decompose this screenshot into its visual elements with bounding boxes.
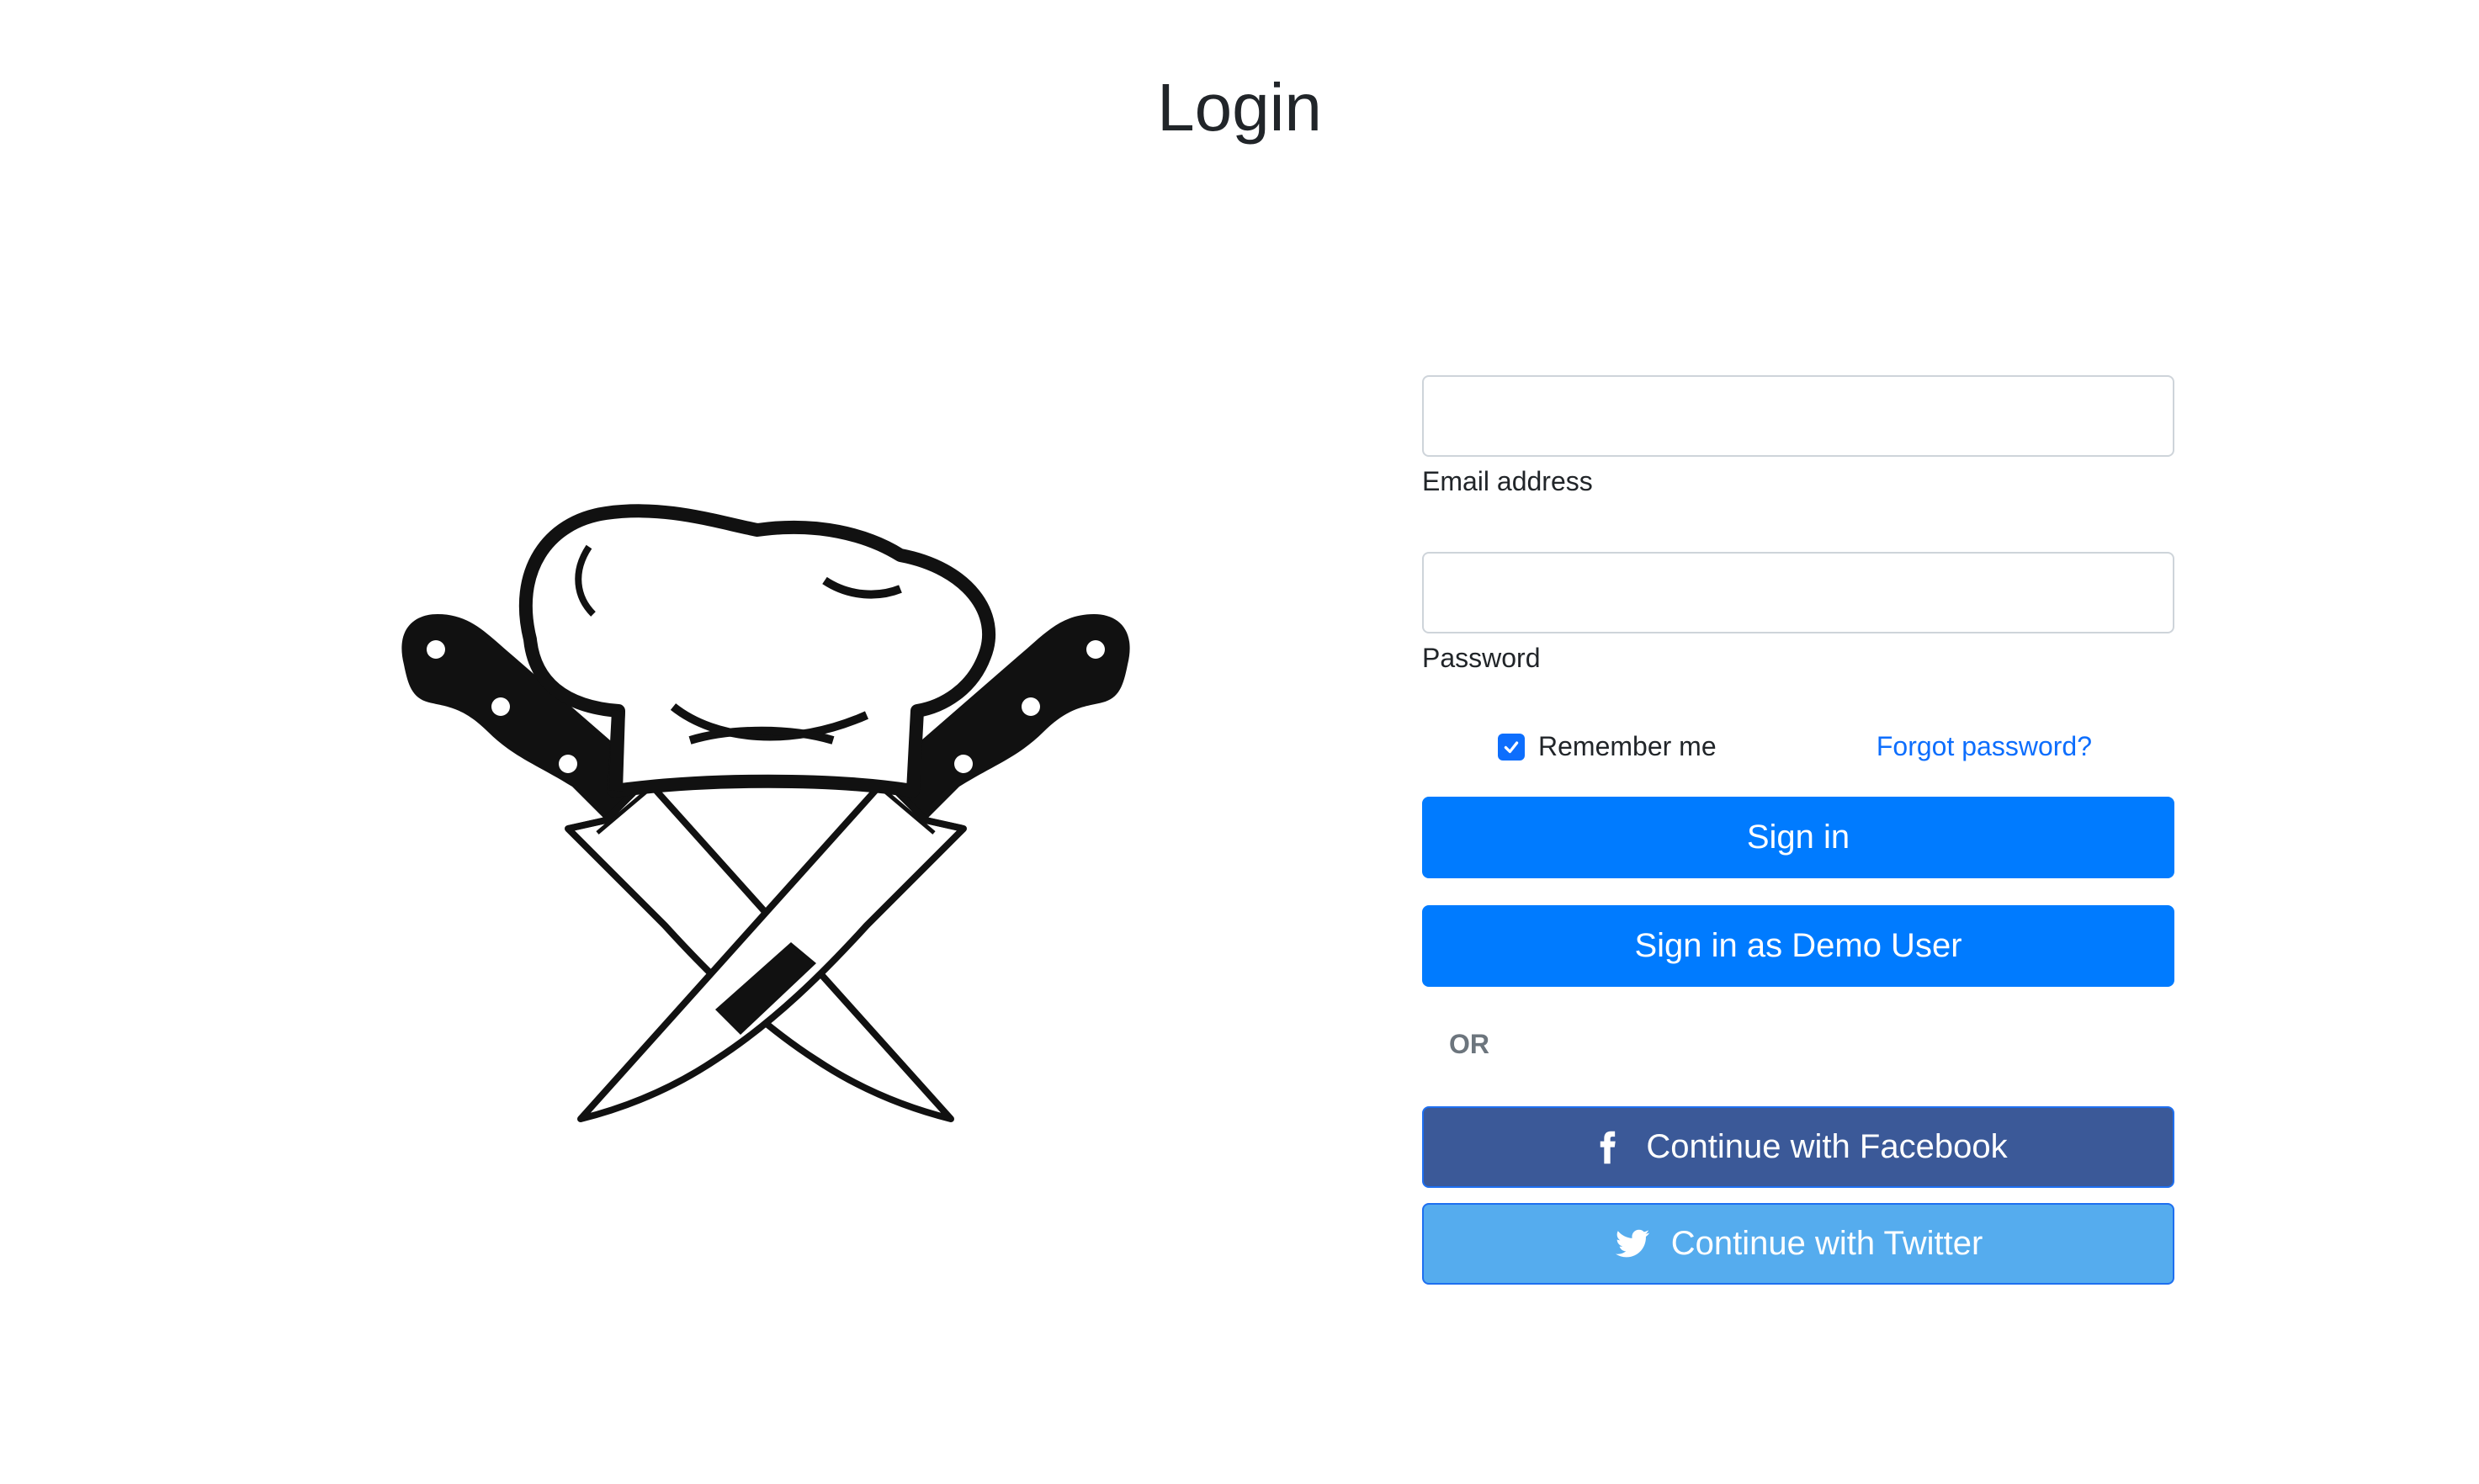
twitter-icon	[1614, 1226, 1651, 1263]
options-row: Remember me Forgot password?	[1422, 726, 2174, 776]
sign-in-button-label: Sign in	[1746, 819, 1850, 856]
email-field-label: Email address	[1422, 466, 1593, 496]
facebook-login-label: Continue with Facebook	[1646, 1128, 2008, 1165]
forgot-password-link[interactable]: Forgot password?	[1877, 731, 2092, 762]
remember-me-checkbox[interactable]	[1498, 733, 1525, 761]
password-field[interactable]	[1422, 552, 2174, 633]
facebook-login-button[interactable]: Continue with Facebook	[1422, 1106, 2174, 1188]
email-field-group: Email address	[1422, 375, 2174, 499]
or-divider: OR	[1449, 1029, 1489, 1059]
demo-sign-in-button[interactable]: Sign in as Demo User	[1422, 905, 2174, 987]
remember-me-group: Remember me	[1498, 731, 1717, 762]
sign-in-button[interactable]: Sign in	[1422, 797, 2174, 878]
twitter-login-button[interactable]: Continue with Twitter	[1422, 1203, 2174, 1285]
email-field[interactable]	[1422, 375, 2174, 457]
login-form: Email address Password Remember me Forgo…	[1422, 375, 2174, 1285]
page-title: Login	[1157, 70, 1322, 145]
chef-hat-crossed-knives-icon	[395, 488, 1136, 1195]
password-field-label: Password	[1422, 643, 1541, 673]
password-field-group: Password	[1422, 552, 2174, 676]
facebook-icon	[1589, 1129, 1626, 1166]
demo-sign-in-button-label: Sign in as Demo User	[1634, 927, 1962, 964]
check-icon	[1504, 740, 1519, 753]
remember-me-label[interactable]: Remember me	[1538, 731, 1717, 762]
twitter-login-label: Continue with Twitter	[1670, 1225, 1983, 1262]
login-page: Login Email address Password Remember me…	[0, 0, 2479, 1484]
